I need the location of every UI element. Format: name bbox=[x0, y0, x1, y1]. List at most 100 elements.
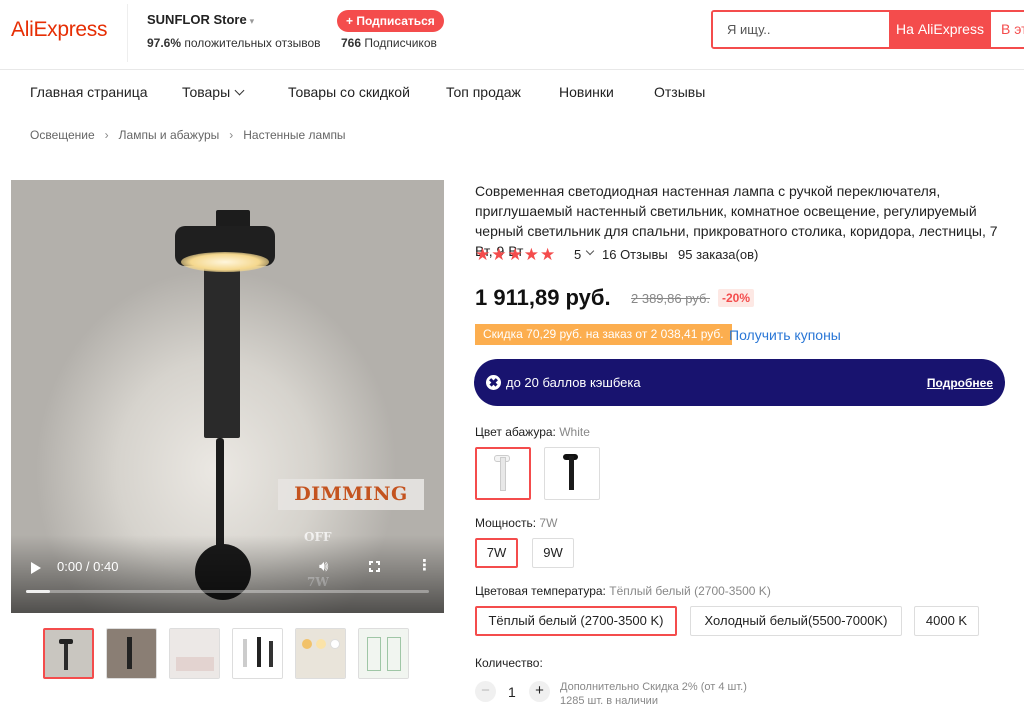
power-label-text: Мощность: bbox=[475, 516, 537, 530]
subscribers-count: 766 Подписчиков bbox=[341, 36, 437, 50]
shade-color-label: Цвет абажура: White bbox=[475, 425, 590, 439]
temperature-option-4000k[interactable]: 4000 K bbox=[914, 606, 979, 636]
thumbnail[interactable] bbox=[295, 628, 346, 679]
aliexpress-logo[interactable]: AliExpress bbox=[11, 18, 108, 42]
fullscreen-corner bbox=[376, 561, 380, 565]
rating-stars: ★★★★★ bbox=[475, 245, 557, 264]
nav-item-products-label[interactable]: Товары bbox=[182, 84, 230, 100]
quantity-label: Количество: bbox=[475, 656, 543, 670]
search-store-button[interactable]: В эт bbox=[991, 12, 1024, 47]
thumbnail-diagram bbox=[367, 637, 381, 671]
fullscreen-corner bbox=[369, 561, 373, 565]
temperature-selected: Тёплый белый (2700-3500 K) bbox=[609, 584, 771, 598]
more-options-icon[interactable]: ⋮ bbox=[417, 558, 432, 574]
shade-color-label-text: Цвет абажура: bbox=[475, 425, 556, 439]
nav-item-new[interactable]: Новинки bbox=[559, 84, 614, 100]
video-time: 0:00 / 0:40 bbox=[57, 559, 119, 574]
store-name[interactable]: SUNFLOR Store ▾ bbox=[147, 12, 254, 27]
thumbnail-lamp-stem bbox=[64, 644, 68, 670]
volume-icon[interactable]: 🔊︎ bbox=[319, 559, 328, 575]
chevron-right-icon: › bbox=[229, 128, 234, 142]
store-nav: Главная страница Товары Товары со скидко… bbox=[0, 70, 1024, 114]
feedback-label: положительных отзывов bbox=[184, 36, 321, 50]
breadcrumb-item[interactable]: Лампы и абажуры bbox=[119, 128, 220, 142]
swatch-lamp-stem bbox=[569, 456, 574, 490]
thumbnail-light bbox=[302, 639, 312, 649]
stock-note: 1285 шт. в наличии bbox=[560, 695, 658, 707]
thumbnail[interactable] bbox=[106, 628, 157, 679]
search-input[interactable] bbox=[713, 12, 889, 47]
quantity-decrease-button[interactable]: − bbox=[475, 681, 496, 702]
quantity-note: Дополнительно Скидка 2% (от 4 шт.) 1285 … bbox=[560, 680, 747, 708]
subscribers-label: Подписчиков bbox=[364, 36, 437, 50]
thumbnail-light bbox=[316, 639, 326, 649]
old-price: 2 389,86 руб. bbox=[631, 291, 711, 306]
header: AliExpress SUNFLOR Store ▾ 97.6% положите… bbox=[0, 0, 1024, 70]
thumbnail-lamp-stem bbox=[243, 639, 247, 667]
header-divider bbox=[127, 4, 128, 62]
cashback-text: до 20 баллов кэшбека bbox=[506, 375, 641, 390]
bulk-discount-note: Дополнительно Скидка 2% (от 4 шт.) bbox=[560, 681, 747, 693]
breadcrumb-item[interactable]: Освещение bbox=[30, 128, 95, 142]
temperature-label-text: Цветовая температура: bbox=[475, 584, 606, 598]
thumbnail[interactable] bbox=[232, 628, 283, 679]
cashback-banner[interactable]: до 20 баллов кэшбека Подробнее bbox=[474, 359, 1005, 406]
thumbnail[interactable] bbox=[43, 628, 94, 679]
power-selected: 7W bbox=[539, 516, 558, 530]
discount-badge: -20% bbox=[718, 289, 755, 307]
thumbnail-bg bbox=[107, 629, 156, 678]
temperature-label: Цветовая температура: Тёплый белый (2700… bbox=[475, 584, 771, 598]
color-swatch-black[interactable] bbox=[544, 447, 600, 500]
product-video[interactable]: DIMMING OFF 7W 0:00 / 0:40 🔊︎ ⋮ bbox=[11, 180, 444, 613]
store-name-text[interactable]: SUNFLOR Store bbox=[147, 12, 247, 27]
thumbnail-diagram bbox=[387, 637, 401, 671]
video-controls-bar bbox=[11, 535, 444, 613]
lamp-image-stem bbox=[204, 260, 240, 438]
cashback-details-link[interactable]: Подробнее bbox=[927, 376, 993, 390]
quantity-increase-button[interactable]: + bbox=[529, 681, 550, 702]
reviews-count[interactable]: 16 Отзывы bbox=[602, 247, 668, 262]
nav-item-sale[interactable]: Товары со скидкой bbox=[288, 84, 410, 100]
thumbnail-lamp-stem bbox=[127, 637, 132, 669]
get-coupons-link[interactable]: Получить купоны bbox=[729, 327, 841, 343]
swatch-lamp-stem bbox=[500, 457, 506, 491]
fullscreen-corner bbox=[376, 568, 380, 572]
chevron-down-icon bbox=[234, 85, 245, 96]
temperature-option-warm[interactable]: Тёплый белый (2700-3500 K) bbox=[475, 606, 677, 636]
fullscreen-icon[interactable] bbox=[369, 561, 380, 572]
temperature-option-cold[interactable]: Холодный белый(5500-7000K) bbox=[690, 606, 902, 636]
fullscreen-corner bbox=[369, 568, 373, 572]
thumbnail[interactable] bbox=[358, 628, 409, 679]
thumbnail-bg bbox=[45, 630, 92, 677]
thumbnail[interactable] bbox=[169, 628, 220, 679]
shade-color-selected: White bbox=[559, 425, 590, 439]
quantity-value[interactable]: 1 bbox=[508, 684, 516, 700]
color-swatch-white[interactable] bbox=[475, 447, 531, 500]
nav-item-top-sales[interactable]: Топ продаж bbox=[446, 84, 521, 100]
search-aliexpress-button[interactable]: На AliExpress bbox=[889, 12, 991, 47]
power-option-9w[interactable]: 9W bbox=[532, 538, 574, 568]
nav-item-reviews[interactable]: Отзывы bbox=[654, 84, 705, 100]
thumbnail-bg bbox=[296, 629, 345, 678]
subscribers-number: 766 bbox=[341, 36, 362, 50]
breadcrumb: Освещение › Лампы и абажуры › Настенные ламп… bbox=[30, 128, 346, 142]
nav-item-home[interactable]: Главная страница bbox=[30, 84, 148, 100]
video-progress-bar[interactable] bbox=[26, 590, 429, 593]
nav-item-products[interactable]: Товары bbox=[182, 84, 245, 100]
chevron-right-icon: › bbox=[104, 128, 109, 142]
search-box: На AliExpress В эт bbox=[711, 10, 1024, 49]
thumbnail-furniture bbox=[176, 657, 214, 671]
breadcrumb-item[interactable]: Настенные лампы bbox=[243, 128, 345, 142]
coupon-tag[interactable]: Скидка 70,29 руб. на заказ от 2 038,41 р… bbox=[475, 324, 732, 345]
power-option-7w[interactable]: 7W bbox=[475, 538, 518, 568]
lamp-image-glow bbox=[181, 252, 269, 272]
thumbnail-lamp-stem bbox=[257, 637, 261, 667]
play-icon[interactable] bbox=[31, 562, 41, 574]
cashback-icon bbox=[486, 375, 501, 390]
store-feedback: 97.6% положительных отзывов bbox=[147, 36, 321, 50]
thumbnail-bg bbox=[170, 629, 219, 678]
store-caret-icon[interactable]: ▾ bbox=[250, 16, 255, 26]
subscribe-button[interactable]: + Подписаться bbox=[337, 10, 444, 32]
thumbnail-light bbox=[330, 639, 340, 649]
rating-value[interactable]: 5 bbox=[574, 247, 581, 262]
